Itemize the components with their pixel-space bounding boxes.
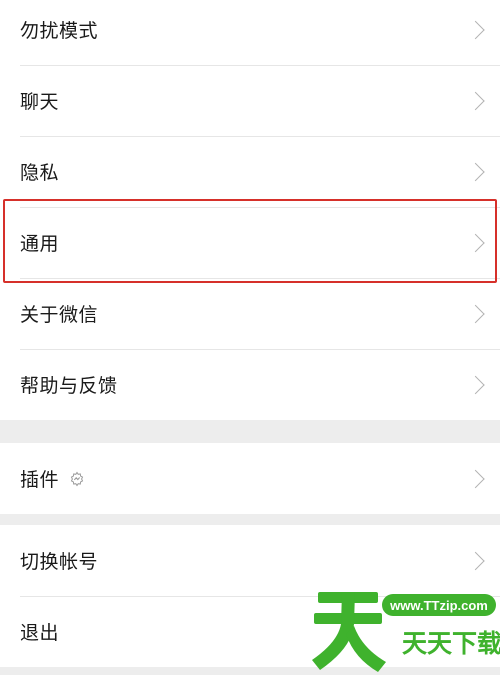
chevron-right-icon — [466, 162, 485, 181]
chevron-right-icon — [466, 304, 485, 323]
watermark-big-character — [312, 592, 386, 672]
chevron-right-icon — [466, 233, 485, 252]
settings-item-label: 关于微信 — [20, 304, 99, 326]
settings-item-privacy[interactable]: 隐私 — [0, 136, 500, 207]
settings-item-plugins[interactable]: 插件 — [0, 443, 500, 514]
settings-item-label: 插件 — [20, 469, 60, 491]
settings-group-plugins: 插件 — [0, 443, 500, 514]
settings-item-label: 勿扰模式 — [20, 20, 99, 42]
settings-item-label: 聊天 — [20, 91, 60, 113]
settings-item-label: 隐私 — [20, 162, 60, 184]
watermark-url-text: www.TTzip.com — [389, 598, 488, 613]
chevron-right-icon — [466, 551, 485, 570]
chevron-right-icon — [466, 469, 485, 488]
chevron-right-icon — [466, 20, 485, 39]
chevron-right-icon — [466, 91, 485, 110]
settings-item-general[interactable]: 通用 — [0, 207, 500, 278]
settings-item-label: 退出 — [20, 622, 60, 644]
chevron-right-icon — [466, 375, 485, 394]
settings-item-label: 通用 — [20, 233, 60, 255]
settings-item-help-feedback[interactable]: 帮助与反馈 — [0, 349, 500, 420]
settings-item-label: 帮助与反馈 — [20, 375, 118, 397]
watermark-brand-text: 天天下载 — [402, 629, 500, 658]
settings-group-main: 勿扰模式 聊天 隐私 通用 关于微信 帮助与反馈 — [0, 0, 500, 420]
plugin-icon — [70, 471, 84, 486]
settings-item-chat[interactable]: 聊天 — [0, 65, 500, 136]
settings-item-label: 切换帐号 — [20, 551, 99, 573]
watermark-logo: www.TTzip.com 天天下载 — [312, 592, 500, 672]
settings-item-do-not-disturb[interactable]: 勿扰模式 — [0, 0, 500, 65]
settings-item-about[interactable]: 关于微信 — [0, 278, 500, 349]
